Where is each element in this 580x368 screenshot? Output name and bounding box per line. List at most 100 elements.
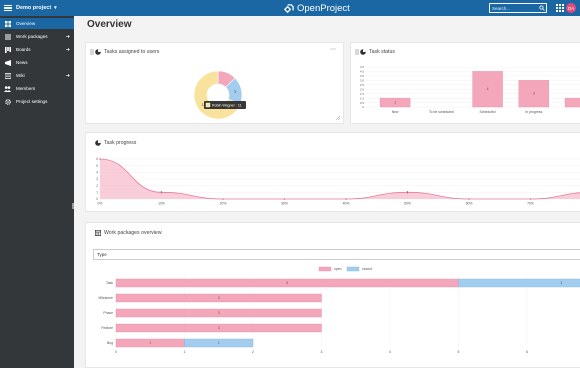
pie-chart: 113Robin Wagner : 11 [193, 70, 246, 120]
wiki-icon [4, 72, 11, 79]
sidebar-item-label: Members [16, 86, 36, 91]
sidebar-item-label: Project settings [16, 99, 48, 104]
y-tick-label: 4.5 [360, 65, 365, 69]
resize-corner-icon[interactable] [335, 115, 341, 121]
x-tick-label: 5 [458, 350, 460, 354]
y-tick-label: Bug [107, 341, 113, 345]
tooltip-text: Robin Wagner : 11 [212, 104, 242, 108]
y-tick-label: 1.5 [360, 92, 365, 96]
sidebar-item-overview[interactable]: Overview [0, 18, 74, 29]
sidebar-item-label: Wiki [16, 73, 25, 78]
bar-data-label: 3 [533, 92, 535, 96]
y-tick-label: 1.0 [360, 96, 365, 100]
members-icon [4, 85, 11, 92]
x-tick-label: 3 [321, 350, 323, 354]
y-tick-label: Milestone [98, 296, 113, 300]
arrow-right-icon[interactable]: ➜ [66, 47, 70, 53]
y-tick-label: Task [106, 281, 113, 285]
boards-icon [4, 46, 11, 53]
widget-task-status: Task status 0 0.5 1.0 1.5 2.0 2.5 3.0 3.5 4.0 4.5… [350, 42, 580, 124]
status-bar [564, 97, 580, 108]
x-tick-label: To be scheduled [429, 110, 454, 114]
chart-legend: open closed [318, 266, 372, 272]
x-tick-label: 2 [252, 350, 254, 354]
x-tick-label: Scheduled [480, 110, 496, 114]
bar-data-label: 1 [149, 341, 151, 345]
project-name: Demo project [16, 5, 52, 11]
overview-icon [4, 20, 11, 27]
bar-data-label: 3 [560, 281, 562, 285]
y-tick-label: 2 [96, 184, 98, 188]
sidebar-item-label: Work packages [16, 34, 48, 39]
logo-text: OpenProject [297, 2, 350, 14]
project-selector[interactable]: Demo project ▾ [4, 2, 57, 14]
sidebar-item-members[interactable]: Members [0, 83, 74, 94]
page-title: Overview [87, 19, 132, 30]
arrow-right-icon[interactable]: ➜ [66, 34, 70, 40]
y-tick-label: Phase [103, 311, 113, 315]
status-bar-chart: 00.51.01.52.02.53.03.54.04.5 1 New To be sc… [360, 65, 580, 114]
x-tick-label: In progress [525, 110, 542, 114]
x-tick-label: 4 [389, 350, 391, 354]
sidebar-item-work-packages[interactable]: Work packages ➜ [0, 31, 74, 42]
chevron-down-icon: ▾ [54, 5, 57, 11]
x-tick-label: New [392, 110, 399, 114]
menu-toggle-icon[interactable] [4, 5, 12, 11]
avatar-initials: OA [567, 5, 575, 11]
progress-point [222, 198, 224, 200]
sidebar-item-label: News [16, 60, 28, 65]
point-data-label: 1 [161, 191, 163, 195]
y-tick-label: 0.5 [360, 101, 365, 105]
widget-tasks-assigned: Tasks assigned to users ⋯ 11 3 Robin Wagne… [85, 42, 344, 124]
work-packages-icon [4, 34, 11, 40]
progress-point [529, 198, 532, 200]
sidebar-item-project-settings[interactable]: Project settings [0, 96, 74, 107]
bar-data-label: 1 [394, 101, 396, 105]
sidebar-item-label: Boards [16, 47, 31, 52]
y-tick-label: 2.5 [360, 83, 365, 87]
sidebar-item-wiki[interactable]: Wiki ➜ [0, 70, 74, 81]
work-packages-bar-chart: open closed 0 1 2 3 4 5 6 Task 5 3 Milestone 3 Phase 3 F… [98, 266, 580, 354]
legend-swatch-closed [346, 266, 360, 272]
point-data-label: 1 [407, 191, 409, 195]
top-header: Demo project ▾ OpenProject OA [0, 0, 580, 16]
y-tick-label: Feature [101, 326, 113, 330]
y-tick-label: 2.0 [360, 87, 365, 91]
y-tick-label: 3 [96, 177, 98, 181]
sidebar-item-boards[interactable]: Boards ➜ [0, 44, 74, 55]
progress-point [468, 198, 470, 200]
sidebar-resize-handle[interactable] [72, 203, 74, 209]
bar-data-label: 3 [218, 296, 220, 300]
y-tick-label: 1 [96, 191, 98, 195]
y-tick-label: 3.0 [360, 79, 365, 83]
logo[interactable]: OpenProject [283, 2, 350, 14]
x-tick-label: 30% [281, 202, 288, 206]
sidebar-item-news[interactable]: News [0, 57, 74, 68]
modules-grid-icon[interactable] [556, 4, 564, 12]
bar-data-label: 1 [218, 341, 220, 345]
x-tick-label: 10% [158, 202, 165, 206]
x-tick-label: 0% [98, 202, 103, 206]
y-tick-label: 5 [96, 164, 98, 168]
openproject-logo-icon [283, 3, 294, 13]
settings-icon [4, 98, 11, 105]
widget-work-packages-overview: Work packages overview Type open closed 0 1… [85, 222, 580, 368]
x-tick-label: 1 [184, 350, 186, 354]
pie-tooltip: Robin Wagner : 11 [204, 101, 246, 109]
sidebar-item-label: Overview [16, 21, 36, 26]
sidebar: Overview Work packages ➜ Boards ➜ News W… [0, 16, 74, 368]
x-tick-label: 20% [220, 202, 227, 206]
y-tick-label: 0 [362, 105, 364, 109]
user-avatar[interactable]: OA [566, 3, 576, 13]
progress-point [283, 198, 286, 200]
y-tick-label: 3.5 [360, 74, 365, 78]
arrow-right-icon[interactable]: ➜ [66, 73, 70, 79]
widget-task-progress: Task progress 0 1 2 3 4 5 6 0% 1 10% 20% 30% 40% 1 50%… [85, 132, 580, 212]
bar-data-label: 4 [487, 87, 489, 91]
legend-swatch-open [318, 266, 332, 272]
legend-label-open: open [334, 267, 342, 271]
tooltip-swatch [205, 102, 211, 108]
bar-data-label: 3 [218, 311, 220, 315]
search-icon[interactable] [539, 5, 545, 11]
bar-data-label: 3 [218, 326, 220, 330]
